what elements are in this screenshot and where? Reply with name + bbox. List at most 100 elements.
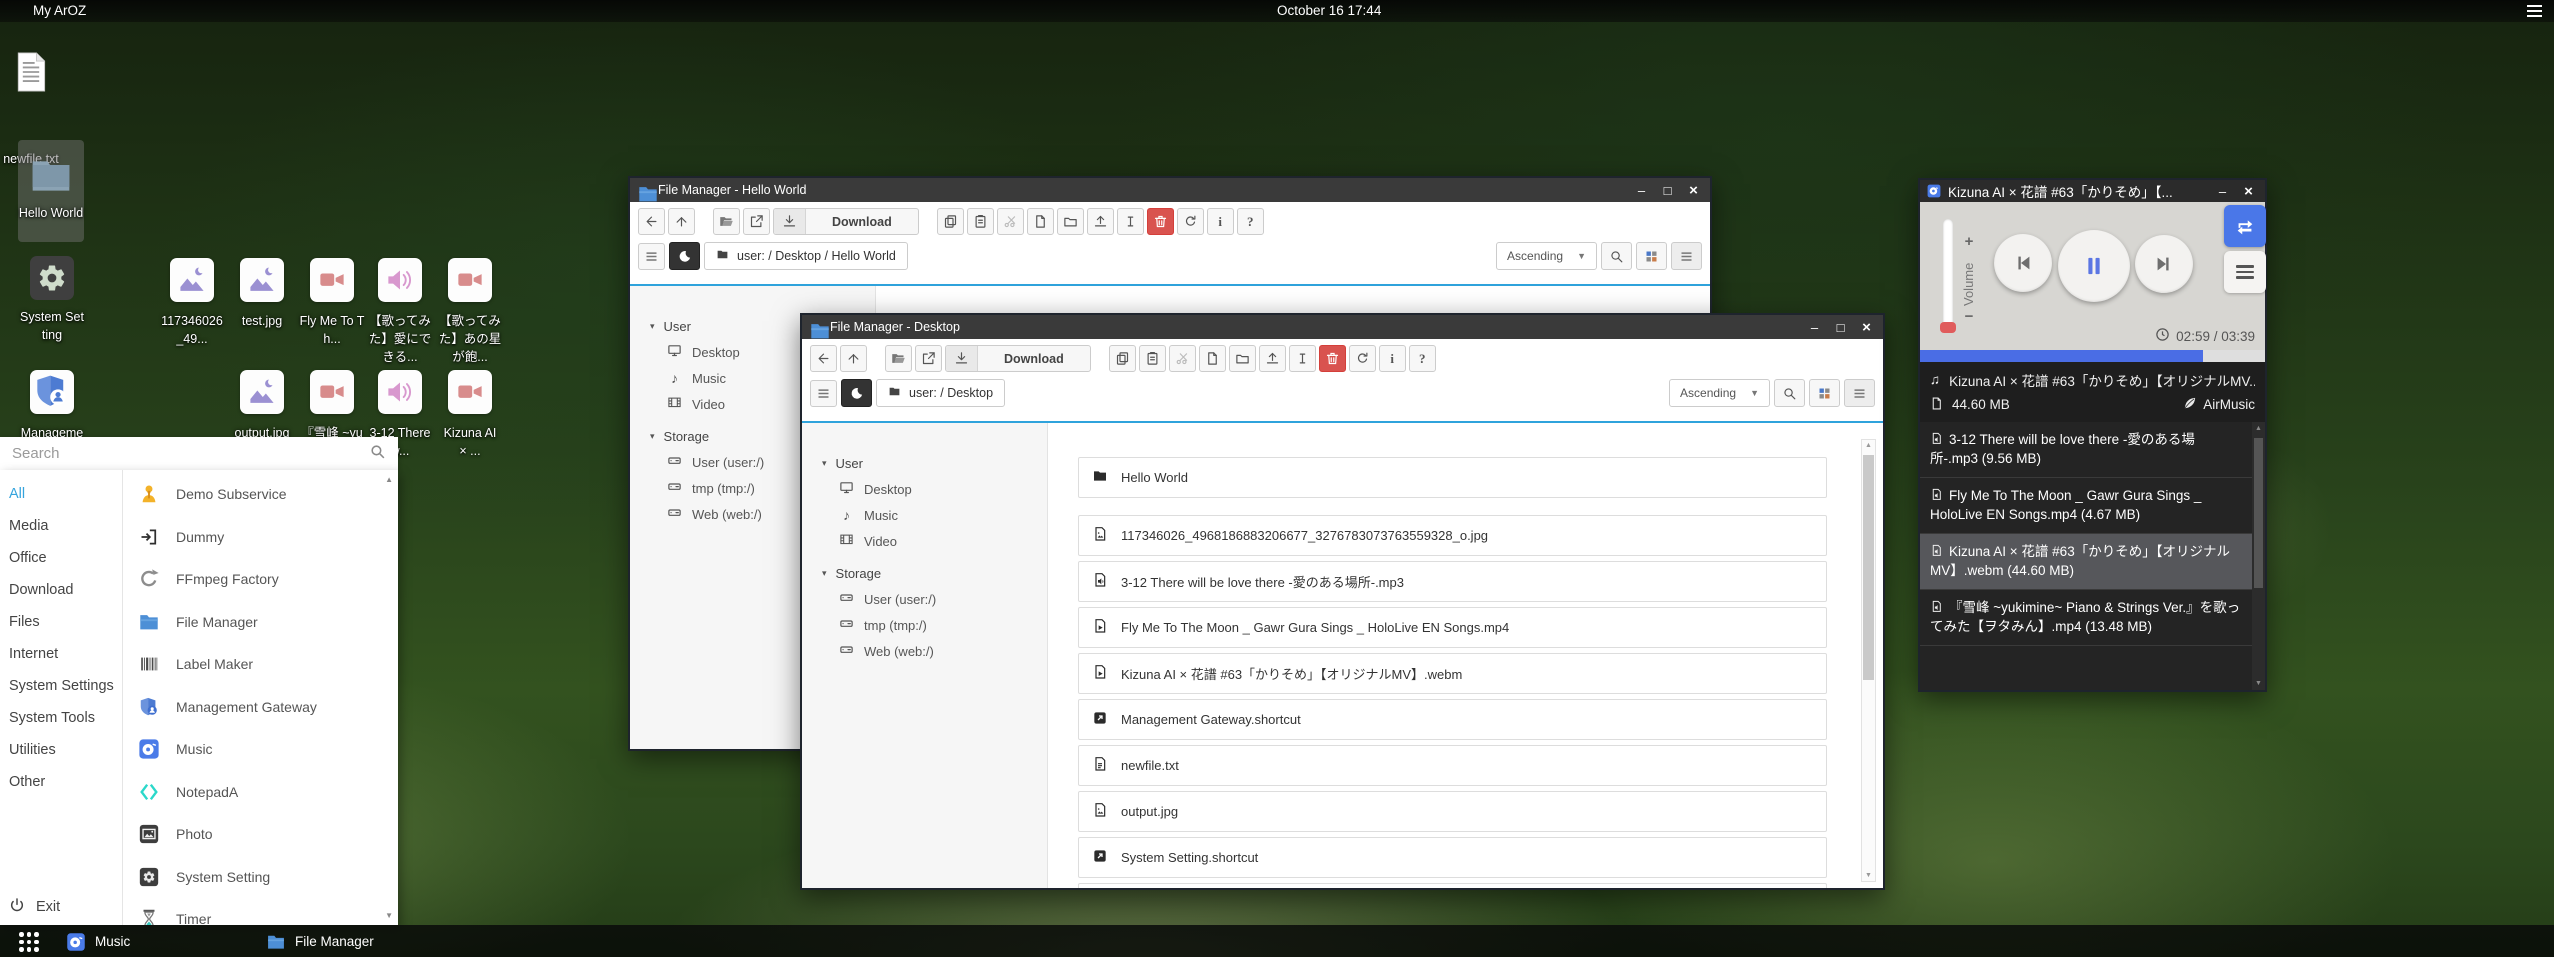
close-button[interactable]: × [1857, 319, 1876, 336]
app-item-demo-subservice[interactable]: Demo Subservice [123, 473, 398, 516]
scroll-up-icon[interactable]: ▲ [2252, 425, 2265, 432]
fm-titlebar[interactable]: File Manager - Desktop – □ × [802, 315, 1883, 339]
download-button[interactable]: Download [773, 208, 919, 235]
previous-track-button[interactable] [1994, 234, 2052, 292]
sidebar-item[interactable]: User (user:/) [802, 586, 1047, 612]
file-row[interactable]: Hello World [1078, 457, 1827, 498]
grid-view-button[interactable] [1809, 379, 1840, 407]
refresh-button[interactable] [1349, 345, 1376, 372]
category-internet[interactable]: Internet [0, 638, 122, 670]
rename-button[interactable] [1117, 208, 1144, 235]
list-view-button[interactable] [1671, 242, 1702, 270]
desktop-icon-video[interactable]: 【歌ってみた】あの星が飽... [448, 258, 492, 302]
app-item-system-setting[interactable]: System Setting [123, 856, 398, 899]
trash-button[interactable] [1147, 208, 1174, 235]
search-icon[interactable] [369, 443, 386, 465]
search-button[interactable] [1774, 379, 1805, 407]
category-utilities[interactable]: Utilities [0, 734, 122, 766]
pause-button[interactable] [2058, 230, 2130, 302]
cut-button[interactable] [1169, 345, 1196, 372]
list-view-button[interactable] [1844, 379, 1875, 407]
scroll-thumb[interactable] [1863, 455, 1874, 680]
paste-button[interactable] [1139, 345, 1166, 372]
exit-button[interactable]: Exit [9, 897, 60, 917]
desktop-icon-video[interactable]: Fly Me To Th... [310, 258, 354, 302]
scroll-up-icon[interactable]: ▲ [385, 475, 393, 484]
playlist-item[interactable]: Fly Me To The Moon _ Gawr Gura Sings _ H… [1920, 478, 2252, 534]
playlist-item[interactable]: 『雪峰 ~yukimine~ Piano & Strings Ver.』を歌って… [1920, 590, 2252, 646]
app-item-photo[interactable]: Photo [123, 813, 398, 856]
download-button[interactable]: Download [945, 345, 1091, 372]
sidebar-item[interactable]: ♪ Music [802, 502, 1047, 528]
info-button[interactable]: i [1207, 208, 1234, 235]
fm-titlebar[interactable]: File Manager - Hello World – □ × [630, 178, 1710, 202]
menu-button[interactable] [810, 380, 837, 407]
playlist-item[interactable]: Kizuna AI × 花譜 #63「かりそめ」【オリジナルMV】.webm (… [1920, 534, 2252, 590]
desktop-icon-gear[interactable]: System Setting [30, 256, 74, 300]
scroll-down-icon[interactable]: ▼ [1862, 872, 1875, 879]
volume-up-button[interactable]: + [1961, 233, 1977, 250]
grid-view-button[interactable] [1636, 242, 1667, 270]
maximize-button[interactable]: □ [1831, 320, 1850, 335]
copy-button[interactable] [1109, 345, 1136, 372]
minimize-button[interactable]: – [1632, 183, 1651, 198]
new-folder-button[interactable] [1229, 345, 1256, 372]
search-button[interactable] [1601, 242, 1632, 270]
file-row[interactable]: System Setting.shortcut [1078, 837, 1827, 878]
copy-button[interactable] [937, 208, 964, 235]
minimize-button[interactable]: – [1805, 320, 1824, 335]
new-folder-button[interactable] [1057, 208, 1084, 235]
playlist-button[interactable] [2224, 251, 2266, 293]
close-button[interactable]: × [2239, 183, 2258, 200]
desktop-icon-image[interactable]: output.jpg [240, 370, 284, 414]
category-system-settings[interactable]: System Settings [0, 670, 122, 702]
rename-button[interactable] [1289, 345, 1316, 372]
category-media[interactable]: Media [0, 510, 122, 542]
file-row[interactable]: newfile.txt [1078, 745, 1827, 786]
category-system-tools[interactable]: System Tools [0, 702, 122, 734]
file-row[interactable]: output.jpg [1078, 791, 1827, 832]
desktop-icon-gateway[interactable]: Manageme [30, 370, 74, 414]
scroll-down-icon[interactable]: ▼ [385, 911, 393, 920]
app-item-notepada[interactable]: NotepadA [123, 771, 398, 814]
next-track-button[interactable] [2135, 235, 2193, 293]
app-item-ffmpeg-factory[interactable]: FFmpeg Factory [123, 558, 398, 601]
file-row[interactable]: 117346026_4968186883206677_3276783073763… [1078, 515, 1827, 556]
desktop-icon-text[interactable]: newfile.txt [9, 50, 53, 94]
scroll-down-icon[interactable]: ▼ [2252, 680, 2265, 687]
minimize-button[interactable]: – [2213, 184, 2232, 199]
volume-down-button[interactable]: − [1961, 308, 1977, 325]
file-row[interactable]: Management Gateway.shortcut [1078, 699, 1827, 740]
scroll-thumb[interactable] [2254, 438, 2263, 588]
brand-label[interactable]: My ArOZ [33, 3, 86, 18]
cut-button[interactable] [997, 208, 1024, 235]
category-other[interactable]: Other [0, 766, 122, 798]
open-button[interactable] [713, 208, 740, 235]
maximize-button[interactable]: □ [1658, 183, 1677, 198]
search-input[interactable] [12, 445, 369, 462]
sidebar-item[interactable]: tmp (tmp:/) [802, 612, 1047, 638]
volume-slider[interactable] [1943, 219, 1953, 332]
desktop-icon-folder[interactable]: Hello World [18, 140, 84, 242]
breadcrumb[interactable]: user: / Desktop [876, 379, 1005, 407]
dark-mode-button[interactable] [669, 242, 700, 270]
sidebar-group-user[interactable]: ▾User [802, 450, 1047, 476]
refresh-button[interactable] [1177, 208, 1204, 235]
new-file-button[interactable] [1199, 345, 1226, 372]
help-button[interactable]: ? [1237, 208, 1264, 235]
taskbar-item-music[interactable]: Music [58, 925, 138, 957]
open-in-new-button[interactable] [743, 208, 770, 235]
desktop-icon-audio[interactable]: 3-12 Therew... [378, 370, 422, 414]
playlist-scrollbar[interactable]: ▲ ▼ [2252, 422, 2265, 690]
info-button[interactable]: i [1379, 345, 1406, 372]
help-button[interactable]: ? [1409, 345, 1436, 372]
file-row[interactable]: Fly Me To The Moon _ Gawr Gura Sings _ H… [1078, 607, 1827, 648]
dark-mode-button[interactable] [841, 379, 872, 407]
desktop-icon-image[interactable]: test.jpg [240, 258, 284, 302]
app-item-management-gateway[interactable]: Management Gateway [123, 686, 398, 729]
paste-button[interactable] [967, 208, 994, 235]
file-row[interactable]: 3-12 There will be love there -愛のある場所-.m… [1078, 561, 1827, 602]
sidebar-item[interactable]: Web (web:/) [802, 638, 1047, 664]
file-row[interactable]: Kizuna AI × 花譜 #63「かりそめ」【オリジナルMV】.webm [1078, 653, 1827, 694]
desktop-icon-video[interactable]: 『雪峰 ~yu [310, 370, 354, 414]
